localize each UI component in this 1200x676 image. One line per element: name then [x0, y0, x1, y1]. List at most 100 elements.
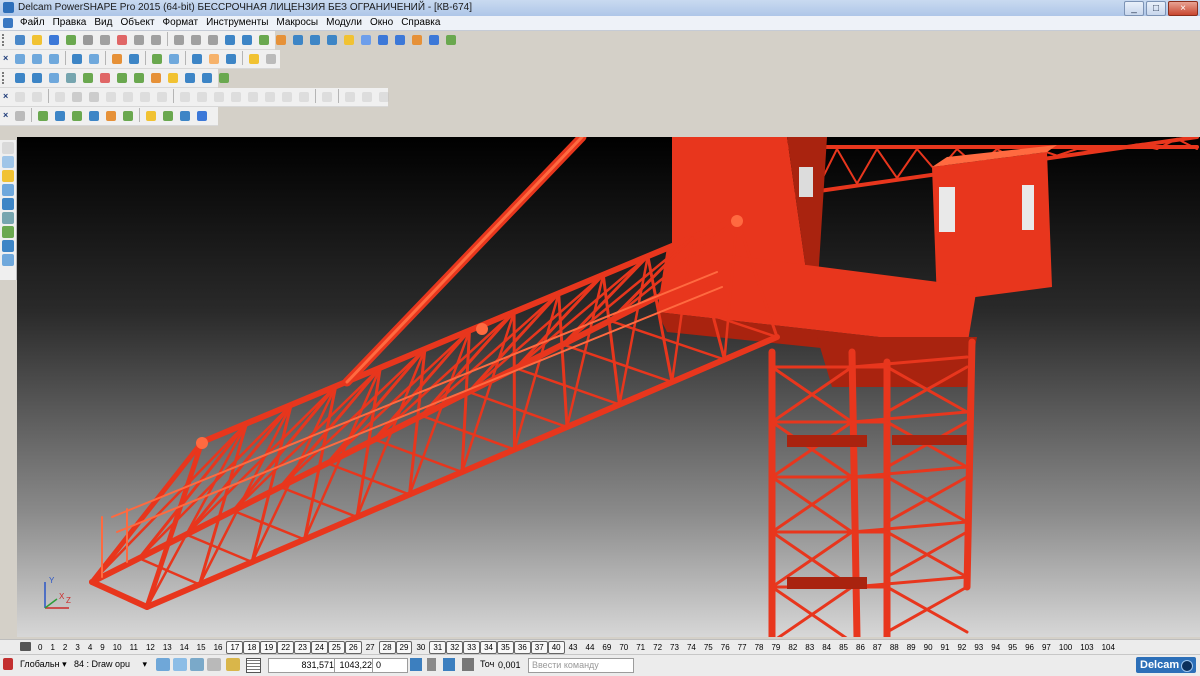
toolbar-tool-icon[interactable] [29, 32, 45, 48]
toolbar-tool-icon[interactable] [358, 32, 374, 48]
level-button[interactable]: 77 [734, 641, 751, 654]
level-button[interactable]: 95 [1004, 641, 1021, 654]
level-button[interactable]: 88 [886, 641, 903, 654]
toolbar-tool-icon[interactable] [290, 32, 306, 48]
level-button[interactable]: 71 [632, 641, 649, 654]
toolbar-tool-icon[interactable] [29, 70, 45, 86]
menu-item[interactable]: Справка [397, 17, 444, 29]
workplane-list-icon[interactable] [410, 658, 422, 671]
toolbar-grip[interactable] [2, 72, 11, 84]
toolbar-tool-icon[interactable] [256, 32, 272, 48]
app-icon[interactable] [3, 2, 14, 13]
toolbar-tool-icon[interactable] [80, 32, 96, 48]
toolbar-tool-icon[interactable] [86, 51, 102, 67]
toolbar-tool-icon[interactable] [154, 89, 170, 105]
toolbar-tool-icon[interactable] [35, 108, 51, 124]
level-button[interactable]: 103 [1076, 641, 1097, 654]
toolbar-tool-icon[interactable] [29, 51, 45, 67]
toolbar-tool-icon[interactable] [341, 32, 357, 48]
side-tool-icon[interactable] [2, 226, 14, 238]
toolbar-tool-icon[interactable] [273, 32, 289, 48]
toolbar-tool-icon[interactable] [131, 70, 147, 86]
level-button[interactable]: 83 [801, 641, 818, 654]
level-button[interactable]: 3 [71, 641, 83, 654]
toolbar-tool-icon[interactable] [194, 108, 210, 124]
level-button[interactable]: 94 [987, 641, 1004, 654]
level-button[interactable]: 1 [46, 641, 58, 654]
toolbar-tool-icon[interactable] [126, 51, 142, 67]
level-button[interactable]: 82 [784, 641, 801, 654]
level-select[interactable]: 84 : Draw opu ▾ [74, 658, 147, 671]
document-icon[interactable] [3, 18, 13, 28]
level-button[interactable]: 15 [193, 641, 210, 654]
side-tool-icon[interactable] [2, 184, 14, 196]
close-toolbar-icon[interactable]: × [3, 53, 8, 63]
toolbar-tool-icon[interactable] [319, 89, 335, 105]
toolbar-tool-icon[interactable] [12, 108, 28, 124]
y-coordinate-field[interactable]: 1043,22 [334, 658, 376, 673]
levels-icon[interactable] [20, 642, 31, 651]
toolbar-tool-icon[interactable] [222, 32, 238, 48]
level-button[interactable]: 86 [852, 641, 869, 654]
toolbar-tool-icon[interactable] [12, 51, 28, 67]
level-button[interactable]: 75 [700, 641, 717, 654]
toolbar-tool-icon[interactable] [120, 108, 136, 124]
level-button[interactable]: 69 [598, 641, 615, 654]
menu-item[interactable]: Окно [366, 17, 397, 29]
toolbar-tool-icon[interactable] [114, 32, 130, 48]
level-button[interactable]: 35 [497, 641, 514, 654]
grid-icon[interactable] [246, 658, 261, 673]
level-button[interactable]: 32 [446, 641, 463, 654]
toolbar-tool-icon[interactable] [409, 32, 425, 48]
toolbar-tool-icon[interactable] [12, 32, 28, 48]
print-icon[interactable] [207, 658, 221, 671]
side-tool-icon[interactable] [2, 156, 14, 168]
close-toolbar-icon[interactable]: × [3, 110, 8, 120]
table-icon[interactable] [443, 658, 455, 671]
level-button[interactable]: 70 [615, 641, 632, 654]
toolbar-tool-icon[interactable] [69, 51, 85, 67]
level-button[interactable]: 74 [683, 641, 700, 654]
toolbar-tool-icon[interactable] [12, 70, 28, 86]
level-button[interactable]: 40 [548, 641, 565, 654]
toolbar-tool-icon[interactable] [188, 32, 204, 48]
minimize-button[interactable]: _ [1124, 1, 1144, 16]
toolbar-tool-icon[interactable] [97, 70, 113, 86]
side-tool-icon[interactable] [2, 142, 14, 154]
toolbar-tool-icon[interactable] [223, 51, 239, 67]
toolbar-tool-icon[interactable] [69, 108, 85, 124]
cube-icon[interactable] [190, 658, 204, 671]
toolbar-tool-icon[interactable] [166, 51, 182, 67]
close-button[interactable]: × [1168, 1, 1198, 16]
maximize-button[interactable]: □ [1146, 1, 1166, 16]
level-button[interactable]: 18 [243, 641, 260, 654]
toolbar-tool-icon[interactable] [137, 89, 153, 105]
toolbar-tool-icon[interactable] [131, 32, 147, 48]
menu-item[interactable]: Инструменты [202, 17, 272, 29]
level-button[interactable]: 93 [970, 641, 987, 654]
toolbar-tool-icon[interactable] [211, 89, 227, 105]
toolbar-tool-icon[interactable] [263, 51, 279, 67]
level-button[interactable]: 87 [869, 641, 886, 654]
toolbar-tool-icon[interactable] [46, 32, 62, 48]
toolbar-tool-icon[interactable] [46, 51, 62, 67]
level-button[interactable]: 78 [751, 641, 768, 654]
toolbar-tool-icon[interactable] [426, 32, 442, 48]
side-tool-icon[interactable] [2, 240, 14, 252]
menu-item[interactable]: Файл [16, 17, 49, 29]
side-tool-icon[interactable] [2, 198, 14, 210]
toolbar-grip[interactable] [2, 34, 11, 46]
level-button[interactable]: 89 [903, 641, 920, 654]
level-button[interactable]: 34 [480, 641, 497, 654]
menu-item[interactable]: Правка [49, 17, 91, 29]
toolbar-tool-icon[interactable] [29, 89, 45, 105]
level-button[interactable]: 10 [109, 641, 126, 654]
toolbar-tool-icon[interactable] [63, 32, 79, 48]
level-button[interactable]: 24 [311, 641, 328, 654]
menu-item[interactable]: Формат [159, 17, 203, 29]
level-button[interactable]: 104 [1098, 641, 1119, 654]
toolbar-tool-icon[interactable] [109, 51, 125, 67]
level-button[interactable]: 79 [767, 641, 784, 654]
side-tool-icon[interactable] [2, 254, 14, 266]
light-icon[interactable] [226, 658, 240, 671]
